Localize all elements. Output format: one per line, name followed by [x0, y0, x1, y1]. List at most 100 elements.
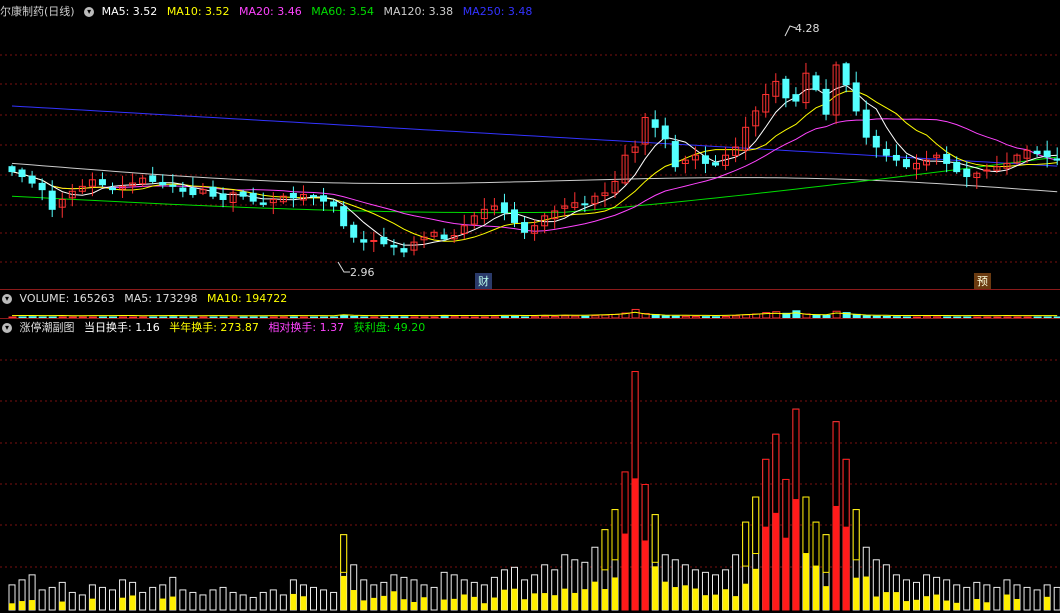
turnover-bar	[963, 586, 971, 611]
candle-body	[179, 187, 187, 192]
stock-name: 尔康制药(日线)	[0, 5, 75, 18]
kline-panel[interactable]: 尔康制药(日线) ▾ MA5: 3.52 MA10: 3.52 MA20: 3.…	[0, 0, 1060, 289]
limit-up-segment	[641, 540, 649, 611]
turnover-yellow-segment	[521, 599, 528, 610]
candle-body	[18, 169, 26, 178]
candle-body	[822, 88, 830, 115]
ma20-label: MA20: 3.46	[239, 5, 302, 18]
turnover-title: 涨停潮副图	[19, 321, 75, 334]
daily-turnover: 当日换手: 1.16	[84, 321, 160, 334]
turnover-yellow-segment	[290, 593, 297, 610]
turnover-yellow-segment	[461, 594, 468, 610]
volume-bar	[832, 310, 841, 318]
limit-up-outline	[782, 478, 790, 539]
limit-up-segment	[631, 478, 639, 611]
turnover-yellow-segment	[973, 599, 980, 610]
candle-body	[671, 141, 679, 168]
turnover-bar	[149, 586, 157, 611]
turnover-bar	[310, 586, 317, 611]
turnover-yellow-segment	[9, 603, 15, 610]
turnover-bar	[1023, 586, 1031, 611]
turnover-yellow-segment	[451, 598, 458, 610]
turnover-yellow-segment	[823, 586, 830, 610]
turnover-yellow-outline	[651, 514, 659, 563]
turnover-yellow-segment	[89, 598, 96, 610]
ma60-line	[11, 156, 1058, 214]
limit-up-segment	[762, 526, 770, 611]
profit-ratio: 获利盘: 49.20	[353, 321, 426, 334]
low-price-label: 2.96	[350, 266, 375, 279]
turnover-bar	[229, 591, 237, 611]
candle-body	[812, 75, 820, 91]
candle-body	[1053, 158, 1060, 161]
turnover-bar	[68, 591, 76, 611]
turnover-bar	[430, 586, 438, 611]
turnover-yellow-segment	[159, 598, 166, 610]
turnover-yellow-segment	[933, 594, 940, 610]
candle-body	[189, 187, 197, 196]
candle-body	[782, 78, 790, 99]
volume-bar	[631, 308, 640, 318]
financial-report-marker[interactable]: 财	[475, 273, 492, 289]
turnover-bar	[209, 589, 217, 611]
candle-body	[320, 195, 328, 202]
turnover-yellow-segment	[471, 596, 478, 610]
turnover-bar	[239, 594, 247, 611]
candle-body	[28, 175, 36, 184]
limit-up-outline	[762, 458, 770, 528]
candle-body	[902, 159, 910, 168]
candle-body	[390, 244, 398, 248]
turnover-bar	[330, 591, 338, 611]
turnover-yellow-segment	[481, 603, 488, 610]
candle-body	[963, 168, 971, 178]
turnover-yellow-segment	[802, 548, 809, 610]
turnover-bar	[993, 586, 1001, 611]
kline-header: 尔康制药(日线) ▾ MA5: 3.52 MA10: 3.52 MA20: 3.…	[0, 4, 538, 20]
turnover-yellow-segment	[722, 589, 729, 610]
turnover-yellow-segment	[169, 596, 176, 610]
ma120-label: MA120: 3.38	[383, 5, 454, 18]
turnover-yellow-segment	[923, 596, 930, 610]
turnover-header: ▾ 涨停潮副图 当日换手: 1.16 半年换手: 273.87 相对换手: 1.…	[0, 320, 431, 336]
limit-up-outline	[792, 408, 800, 501]
turnover-yellow-segment	[903, 601, 910, 610]
turnover-yellow-segment	[732, 596, 739, 610]
volume-ma10-line	[11, 311, 1058, 317]
volume-title: VOLUME: 165263	[19, 292, 115, 305]
forecast-marker[interactable]: 预	[974, 273, 991, 289]
turnover-bar	[109, 589, 116, 611]
turnover-yellow-segment	[501, 589, 508, 610]
turnover-bar	[219, 586, 227, 611]
candle-body	[310, 195, 317, 198]
turnover-yellow-segment	[129, 595, 136, 610]
candle-body	[521, 222, 529, 233]
volume-ma10: MA10: 194722	[206, 292, 288, 305]
candle-body	[1033, 150, 1041, 155]
candle-body	[872, 135, 880, 148]
turnover-yellow-segment	[601, 589, 608, 610]
turnover-yellow-segment	[752, 568, 759, 610]
limit-up-segment	[842, 526, 850, 611]
volume-toggle-icon[interactable]: ▾	[2, 294, 12, 304]
turnover-yellow-segment	[541, 593, 548, 610]
turnover-panel[interactable]: ▾ 涨停潮副图 当日换手: 1.16 半年换手: 273.87 相对换手: 1.…	[0, 319, 1060, 613]
kline-chart[interactable]	[0, 0, 1060, 289]
limit-up-outline	[631, 371, 639, 480]
turnover-yellow-segment	[370, 597, 377, 610]
indicator-toggle-icon[interactable]: ▾	[84, 7, 95, 17]
candle-body	[943, 153, 951, 164]
turnover-bar	[139, 591, 147, 611]
turnover-yellow-segment	[531, 593, 538, 610]
turnover-yellow-segment	[853, 577, 860, 610]
turnover-bar	[38, 589, 46, 611]
limit-up-segment	[832, 505, 840, 611]
volume-panel[interactable]: ▾ VOLUME: 165263 MA5: 173298 MA10: 19472…	[0, 290, 1060, 318]
turnover-yellow-segment	[702, 595, 709, 610]
ma60-label: MA60: 3.54	[311, 5, 374, 18]
turnover-toggle-icon[interactable]: ▾	[2, 323, 12, 333]
turnover-yellow-segment	[813, 565, 819, 610]
turnover-chart[interactable]	[0, 319, 1060, 613]
candle-body	[350, 224, 358, 238]
limit-up-outline	[842, 458, 850, 528]
candle-body	[862, 109, 870, 138]
